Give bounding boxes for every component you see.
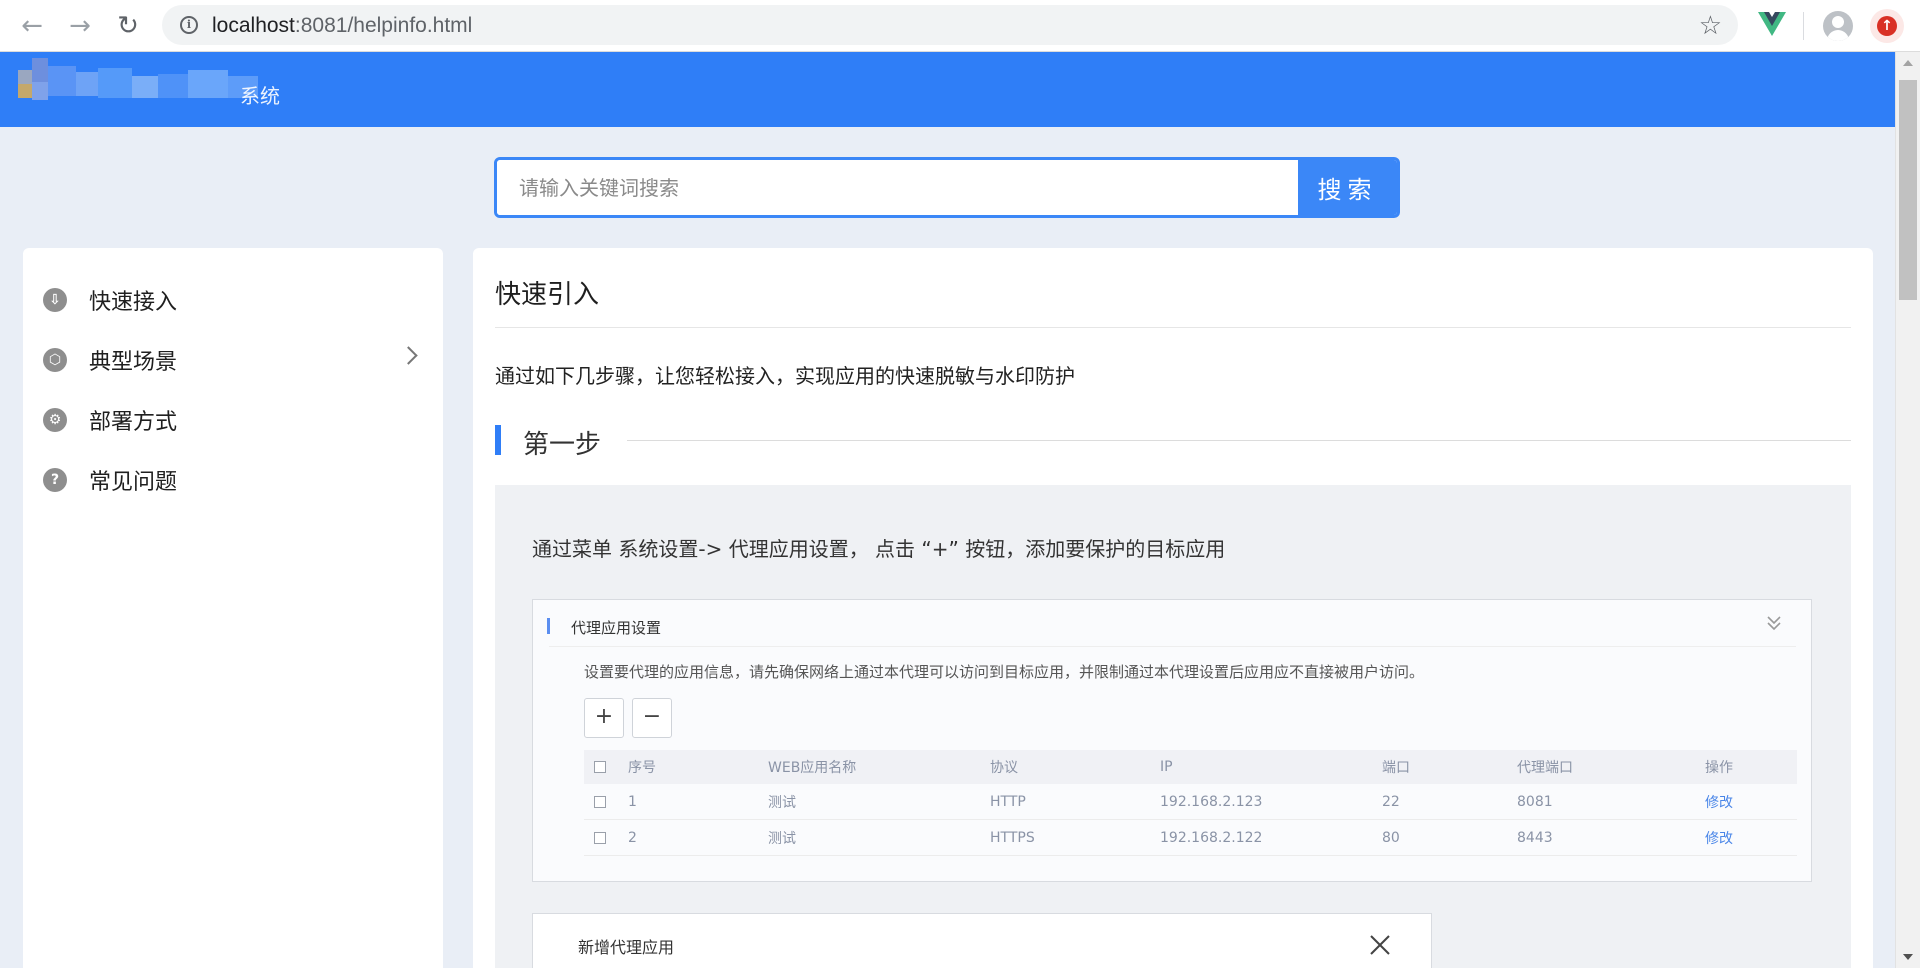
column-header: 操作 — [1705, 760, 1733, 776]
sidebar-item-label: 典型场景 — [89, 350, 178, 375]
panel-divider — [549, 646, 1796, 647]
scroll-down-icon[interactable] — [1903, 954, 1913, 960]
edit-link: 修改 — [1705, 794, 1733, 811]
browser-update-button[interactable]: ↑ — [1870, 9, 1904, 43]
add-button: + — [584, 698, 624, 738]
back-arrow-icon[interactable]: ← — [16, 10, 48, 42]
table-row: 2 测试 HTTPS 192.168.2.122 80 8443 修改 — [584, 820, 1797, 856]
bookmark-star-icon[interactable]: ☆ — [1699, 11, 1722, 41]
question-icon: ? — [43, 468, 67, 492]
panel-description: 设置要代理的应用信息，请先确保网络上通过本代理可以访问到目标应用，并限制通过本代… — [584, 663, 1425, 681]
search-button[interactable]: 搜索 — [1298, 160, 1397, 215]
row-checkbox — [594, 795, 606, 808]
profile-avatar-icon[interactable] — [1823, 11, 1853, 41]
table-cell: 8081 — [1517, 793, 1553, 810]
select-all-checkbox — [594, 761, 606, 773]
table-cell: 测试 — [768, 794, 796, 811]
chevron-right-icon[interactable] — [399, 346, 418, 365]
remove-button: − — [632, 698, 672, 738]
dialog-title: 新增代理应用 — [578, 938, 675, 957]
table-cell: 192.168.2.123 — [1160, 793, 1263, 810]
sidebar-item-scenarios[interactable]: ⬡ 典型场景 — [43, 338, 433, 382]
sidebar-item-quick-access[interactable]: ⇩ 快速接入 — [43, 278, 433, 322]
site-info-icon[interactable]: i — [180, 16, 198, 34]
table-cell: HTTPS — [990, 829, 1035, 846]
sidebar-item-label: 常见问题 — [89, 470, 178, 495]
forward-arrow-icon[interactable]: → — [64, 10, 96, 42]
column-header: 序号 — [628, 760, 656, 776]
browser-toolbar: ← → ↻ i localhost:8081/helpinfo.html ☆ ↑ — [0, 0, 1920, 52]
proxy-app-table: 序号 WEB应用名称 协议 IP 端口 代理端口 操作 1 测试 HTTP 19… — [584, 750, 1797, 856]
table-cell: 80 — [1382, 829, 1400, 846]
double-chevron-down-icon — [1767, 616, 1781, 631]
sidebar-item-faq[interactable]: ? 常见问题 — [43, 458, 433, 502]
update-arrow-icon: ↑ — [1877, 16, 1897, 36]
step-description: 通过菜单 系统设置-> 代理应用设置， 点击 “+” 按钮，添加要保护的目标应用 — [532, 537, 1226, 561]
sidebar-item-label: 快速接入 — [89, 290, 178, 315]
app-header: 系统 — [0, 52, 1895, 127]
edit-link: 修改 — [1705, 830, 1733, 847]
wrench-icon: ⚙ — [43, 408, 67, 432]
vue-devtools-icon[interactable] — [1758, 12, 1786, 38]
address-bar[interactable]: i localhost:8081/helpinfo.html ☆ — [162, 5, 1738, 45]
close-icon — [1370, 935, 1390, 955]
intro-text: 通过如下几步骤，让您轻松接入，实现应用的快速脱敏与水印防护 — [495, 364, 1075, 388]
search-input[interactable] — [497, 160, 1298, 215]
scrollbar-thumb[interactable] — [1899, 80, 1917, 300]
sidebar-item-deployment[interactable]: ⚙ 部署方式 — [43, 398, 433, 442]
step-marker — [495, 425, 501, 455]
scroll-up-icon[interactable] — [1903, 60, 1913, 66]
toolbar-divider — [1803, 12, 1804, 40]
title-divider — [495, 327, 1851, 328]
search-bar: 搜索 — [494, 157, 1400, 218]
table-cell: 1 — [628, 793, 637, 810]
table-row: 1 测试 HTTP 192.168.2.123 22 8081 修改 — [584, 784, 1797, 820]
column-header: 代理端口 — [1517, 760, 1573, 776]
app-title: 系统 — [240, 84, 280, 108]
download-icon: ⇩ — [43, 288, 67, 312]
help-sidebar: ⇩ 快速接入 ⬡ 典型场景 ⚙ 部署方式 ? 常见问题 — [23, 248, 443, 968]
table-cell: 192.168.2.122 — [1160, 829, 1263, 846]
page-title: 快速引入 — [495, 280, 600, 310]
sidebar-item-label: 部署方式 — [89, 410, 178, 435]
table-cell: 2 — [628, 829, 637, 846]
hexagon-icon: ⬡ — [43, 348, 67, 372]
table-header: 序号 WEB应用名称 协议 IP 端口 代理端口 操作 — [584, 750, 1797, 784]
panel-title: 代理应用设置 — [571, 619, 662, 637]
table-cell: 测试 — [768, 830, 796, 847]
help-content: 快速引入 通过如下几步骤，让您轻松接入，实现应用的快速脱敏与水印防护 第一步 通… — [473, 248, 1873, 968]
proxy-settings-screenshot: 代理应用设置 设置要代理的应用信息，请先确保网络上通过本代理可以访问到目标应用，… — [532, 599, 1812, 882]
panel-title-marker — [547, 618, 550, 634]
table-cell: HTTP — [990, 793, 1026, 810]
address-url[interactable]: localhost:8081/helpinfo.html — [212, 14, 472, 38]
page-scrollbar[interactable] — [1895, 52, 1920, 968]
column-header: 协议 — [990, 760, 1018, 776]
step-title: 第一步 — [523, 430, 602, 460]
column-header: IP — [1160, 759, 1173, 775]
step-divider — [627, 440, 1851, 441]
table-cell: 22 — [1382, 793, 1400, 810]
reload-icon[interactable]: ↻ — [112, 10, 144, 42]
step-box: 通过菜单 系统设置-> 代理应用设置， 点击 “+” 按钮，添加要保护的目标应用… — [495, 485, 1851, 968]
column-header: WEB应用名称 — [768, 760, 857, 776]
add-proxy-dialog-screenshot: 新增代理应用 — [532, 913, 1432, 968]
row-checkbox — [594, 831, 606, 844]
column-header: 端口 — [1382, 760, 1410, 776]
table-cell: 8443 — [1517, 829, 1553, 846]
